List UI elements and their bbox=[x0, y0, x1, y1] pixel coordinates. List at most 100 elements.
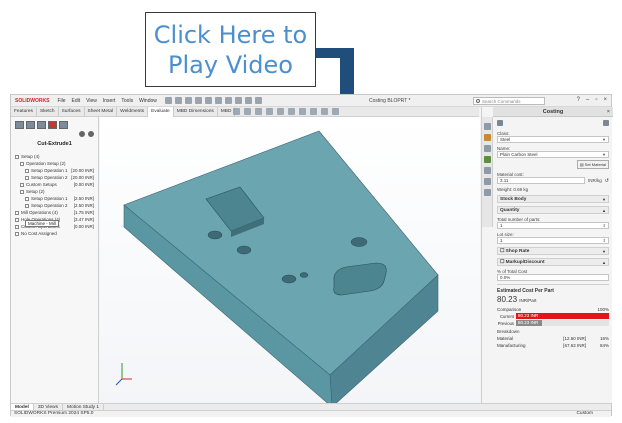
tab-evaluate[interactable]: Evaluate bbox=[148, 106, 174, 117]
tree-expander-icon[interactable] bbox=[15, 224, 19, 229]
tree-row[interactable]: Setup (4) bbox=[15, 153, 98, 160]
tree-row[interactable]: Setup Operation 2 [20.00 INR] bbox=[15, 174, 98, 181]
property-manager-icon[interactable] bbox=[26, 121, 35, 129]
stock-body-section[interactable]: Stock Body ▼ bbox=[497, 195, 609, 203]
tab-surfaces[interactable]: Surfaces bbox=[59, 106, 85, 117]
costing-icon[interactable] bbox=[483, 189, 491, 196]
menu-edit[interactable]: Edit bbox=[72, 98, 81, 104]
menu-file[interactable]: File bbox=[57, 98, 65, 104]
rebuild-icon[interactable] bbox=[244, 97, 252, 104]
new-document-icon[interactable] bbox=[184, 97, 192, 104]
pin-icon[interactable] bbox=[164, 97, 172, 104]
lot-size-input[interactable]: 1 ⇕ bbox=[497, 237, 609, 244]
help-icon[interactable] bbox=[79, 131, 85, 137]
tree-row[interactable]: Custom Setups [0.00 INR] bbox=[15, 181, 98, 188]
hole-3[interactable] bbox=[281, 274, 297, 284]
print-icon[interactable] bbox=[214, 97, 222, 104]
help-icon[interactable] bbox=[603, 120, 609, 126]
tab-sketch[interactable]: Sketch bbox=[37, 106, 59, 117]
tree-row[interactable]: Setup Operation 1 [20.00 INR] bbox=[15, 167, 98, 174]
menu-window[interactable]: Window bbox=[139, 98, 157, 104]
restore-button[interactable]: ▫ bbox=[595, 97, 597, 103]
tree-row[interactable]: Operation Setup (2) bbox=[15, 160, 98, 167]
appearances-icon[interactable] bbox=[483, 167, 491, 174]
close-button[interactable]: × bbox=[603, 97, 607, 103]
class-select[interactable]: Steel ▼ bbox=[497, 136, 609, 143]
tree-expander-icon[interactable] bbox=[20, 161, 24, 166]
tree-expander-icon[interactable] bbox=[25, 168, 29, 173]
tree-row[interactable]: Setup Operation 2 [2.50 INR] bbox=[15, 202, 98, 209]
options-gear-icon[interactable] bbox=[254, 97, 262, 104]
section-view-icon[interactable] bbox=[266, 108, 273, 115]
costing-manager-icon[interactable] bbox=[48, 121, 57, 129]
refresh-icon[interactable] bbox=[88, 131, 94, 137]
menu-tools[interactable]: Tools bbox=[121, 98, 133, 104]
stepper-icon[interactable]: ⇕ bbox=[603, 223, 606, 228]
file-explorer-icon[interactable] bbox=[483, 145, 491, 152]
hole-1[interactable] bbox=[207, 230, 223, 240]
quantity-section[interactable]: Quantity ▲ bbox=[497, 206, 609, 214]
hide-show-icon[interactable] bbox=[299, 108, 306, 115]
tab-weldments[interactable]: Weldments bbox=[117, 106, 149, 117]
reset-icon[interactable]: ↺ bbox=[605, 178, 609, 184]
tree-expander-icon[interactable] bbox=[15, 231, 19, 236]
minimize-button[interactable]: – bbox=[586, 97, 589, 103]
tab-features[interactable]: Features bbox=[11, 106, 37, 117]
shop-rate-section[interactable]: ☐ Shop Rate ▼ bbox=[497, 247, 609, 255]
tree-row[interactable]: Mill Operations (4) [1.75 INR] bbox=[15, 209, 98, 216]
tree-row[interactable]: Setup (2) bbox=[15, 188, 98, 195]
play-video-callout[interactable]: Click Here to Play Video bbox=[145, 12, 316, 87]
material-name-select[interactable]: Plain Carbon Steel ▼ bbox=[497, 151, 609, 158]
view-settings-icon[interactable] bbox=[332, 108, 339, 115]
display-manager-icon[interactable] bbox=[59, 121, 68, 129]
view-orientation-icon[interactable] bbox=[277, 108, 284, 115]
markup-section[interactable]: ☐ Markup/Discount ▲ bbox=[497, 258, 609, 266]
design-library-icon[interactable] bbox=[483, 134, 491, 141]
part-model[interactable] bbox=[100, 117, 480, 403]
select-icon[interactable] bbox=[234, 97, 242, 104]
menu-view[interactable]: View bbox=[86, 98, 97, 104]
home-icon[interactable] bbox=[174, 97, 182, 104]
shop-rate-checkbox[interactable]: ☐ bbox=[500, 249, 504, 254]
tree-expander-icon[interactable] bbox=[15, 217, 19, 222]
undo-icon[interactable] bbox=[224, 97, 232, 104]
tree-expander-icon[interactable] bbox=[25, 175, 29, 180]
open-folder-icon[interactable] bbox=[194, 97, 202, 104]
tree-row[interactable]: Setup Operation 1 [2.50 INR] bbox=[15, 195, 98, 202]
hole-5[interactable] bbox=[299, 272, 309, 278]
tree-row[interactable]: No Cost Assigned bbox=[15, 230, 98, 237]
total-parts-input[interactable]: 1 ⇕ bbox=[497, 222, 609, 229]
tree-expander-icon[interactable] bbox=[25, 203, 29, 208]
zoom-area-icon[interactable] bbox=[244, 108, 251, 115]
scene-icon[interactable] bbox=[321, 108, 328, 115]
solidworks-resources-icon[interactable] bbox=[483, 123, 491, 130]
hole-4[interactable] bbox=[350, 237, 368, 247]
markup-pct-input[interactable]: 0.0% bbox=[497, 274, 609, 281]
stepper-icon[interactable]: ⇕ bbox=[603, 238, 606, 243]
set-material-button[interactable]: ▤ Set Material bbox=[576, 160, 609, 169]
material-cost-input[interactable]: 3.11 bbox=[497, 177, 586, 184]
tree-expander-icon[interactable] bbox=[20, 182, 24, 187]
hole-2[interactable] bbox=[236, 245, 252, 255]
units-selector[interactable]: Custom bbox=[576, 411, 593, 417]
configuration-manager-icon[interactable] bbox=[37, 121, 46, 129]
tree-expander-icon[interactable] bbox=[15, 210, 19, 215]
tree-expander-icon[interactable] bbox=[25, 196, 29, 201]
tree-expander-icon[interactable] bbox=[20, 189, 24, 194]
view-palette-icon[interactable] bbox=[483, 156, 491, 163]
graphics-area[interactable] bbox=[100, 117, 480, 403]
search-commands-input[interactable]: Search Commands bbox=[473, 97, 545, 105]
feature-manager-icon[interactable] bbox=[15, 121, 24, 129]
appearance-icon[interactable] bbox=[310, 108, 317, 115]
markup-checkbox[interactable]: ☐ bbox=[500, 260, 504, 265]
close-icon[interactable]: × bbox=[607, 107, 610, 117]
menu-insert[interactable]: Insert bbox=[103, 98, 116, 104]
zoom-to-fit-icon[interactable] bbox=[233, 108, 240, 115]
save-icon[interactable] bbox=[204, 97, 212, 104]
tab-sheet-metal[interactable]: Sheet Metal bbox=[85, 106, 118, 117]
help-icon[interactable]: ? bbox=[577, 97, 580, 103]
tree-expander-icon[interactable] bbox=[15, 154, 19, 159]
tab-mbd-dimensions[interactable]: MBD Dimensions bbox=[174, 106, 218, 117]
custom-properties-icon[interactable] bbox=[483, 178, 491, 185]
template-icon[interactable] bbox=[497, 120, 503, 126]
